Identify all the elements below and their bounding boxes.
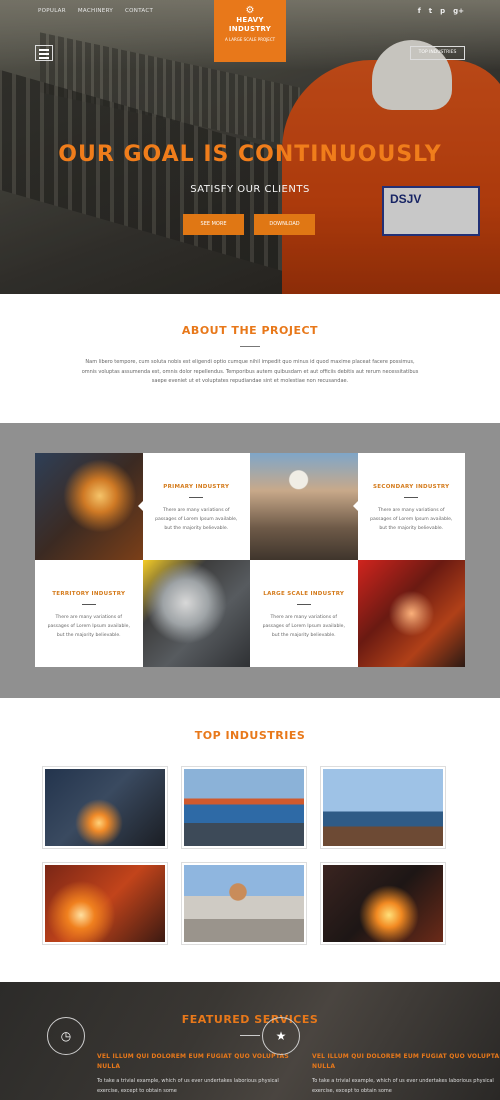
industry-title: LARGE SCALE INDUSTRY <box>263 591 345 597</box>
metal-grinder-photo <box>323 865 443 942</box>
industry-card-large-scale[interactable]: LARGE SCALE INDUSTRY There are many vari… <box>250 560 362 667</box>
industry-text: There are many variations of passages of… <box>155 508 238 531</box>
twitter-icon[interactable]: t <box>429 7 432 15</box>
industries-section: PRIMARY INDUSTRY There are many variatio… <box>0 423 500 698</box>
industry-text: There are many variations of passages of… <box>262 615 345 638</box>
gallery-thumb[interactable] <box>320 766 446 849</box>
menu-icon[interactable] <box>35 45 53 61</box>
concrete-saw-photo <box>184 865 304 942</box>
industry-text: There are many variations of passages of… <box>47 615 130 638</box>
nav-popular[interactable]: POPULAR <box>38 8 66 14</box>
gallery-thumb[interactable] <box>42 766 168 849</box>
gallery-thumb[interactable] <box>181 766 307 849</box>
top-industries-button[interactable]: TOP INDUSTRIES <box>410 46 465 60</box>
download-button[interactable]: DOWNLOAD <box>254 214 315 235</box>
chain-worker-photo <box>250 453 358 560</box>
see-more-button[interactable]: SEE MORE <box>183 214 244 235</box>
feature-text: To take a trivial example, which of us e… <box>97 1078 279 1094</box>
industry-title: TERRITORY INDUSTRY <box>52 591 126 597</box>
site-logo[interactable]: ⚙ HEAVY INDUSTRY A LARGE SCALE PROJECT <box>214 0 286 62</box>
gallery-thumb[interactable] <box>181 862 307 945</box>
gear-icon: ⚙ <box>245 5 255 16</box>
top-nav: POPULAR MACHINERY CONTACT <box>38 8 153 14</box>
nav-contact[interactable]: CONTACT <box>125 8 153 14</box>
gallery-thumb[interactable] <box>42 862 168 945</box>
industry-card-secondary[interactable]: SECONDARY INDUSTRY There are many variat… <box>352 453 465 560</box>
feature-item: VEL ILLUM QUI DOLOREM EUM FUGIAT QUO VOL… <box>312 1027 500 1096</box>
welding-photo <box>35 453 143 560</box>
about-title: ABOUT THE PROJECT <box>181 324 319 337</box>
nav-machinery[interactable]: MACHINERY <box>78 8 113 14</box>
top-industries-section: TOP INDUSTRIES <box>0 698 500 982</box>
pinterest-icon[interactable]: p <box>440 7 445 15</box>
industries-grid: PRIMARY INDUSTRY There are many variatio… <box>35 453 465 667</box>
hero-title: OUR GOAL IS CONTINUOUSLY <box>58 142 442 167</box>
feature-text: To take a trivial example, which of us e… <box>312 1078 494 1094</box>
cutting-sparks-photo <box>45 865 165 942</box>
grinding-photo <box>45 769 165 846</box>
hero-banner: DSJV POPULAR MACHINERY CONTACT f t p g+ … <box>0 0 500 294</box>
industry-title: SECONDARY INDUSTRY <box>373 484 450 490</box>
star-icon: ★ <box>262 1017 300 1055</box>
divider <box>240 346 260 347</box>
pipe-worker-photo <box>142 560 250 667</box>
about-section: ABOUT THE PROJECT Nam libero tempore, cu… <box>0 294 500 423</box>
industry-text: There are many variations of passages of… <box>370 508 453 531</box>
shipyard-photo <box>323 769 443 846</box>
machinery-photo <box>357 560 465 667</box>
industry-card-primary[interactable]: PRIMARY INDUSTRY There are many variatio… <box>137 453 250 560</box>
industry-title: PRIMARY INDUSTRY <box>163 484 230 490</box>
featured-section: FEATURED SERVICES ◷ VEL ILLUM QUI DOLORE… <box>0 982 500 1100</box>
google-plus-icon[interactable]: g+ <box>453 7 464 15</box>
port-cranes-photo <box>184 769 304 846</box>
clock-icon: ◷ <box>47 1017 85 1055</box>
hero-subtitle: SATISFY OUR CLIENTS <box>190 184 310 195</box>
social-links: f t p g+ <box>418 7 464 15</box>
logo-tagline: A LARGE SCALE PROJECT <box>224 37 276 42</box>
feature-title[interactable]: VEL ILLUM QUI DOLOREM EUM FUGIAT QUO VOL… <box>312 1027 500 1072</box>
industry-card-territory[interactable]: TERRITORY INDUSTRY There are many variat… <box>35 560 147 667</box>
gallery-thumb[interactable] <box>320 862 446 945</box>
logo-name-line-1: HEAVY <box>236 16 264 24</box>
about-text: Nam libero tempore, cum soluta nobis est… <box>81 359 419 384</box>
top-industries-title: TOP INDUSTRIES <box>194 729 306 742</box>
facebook-icon[interactable]: f <box>418 7 421 15</box>
logo-name-line-2: INDUSTRY <box>228 25 272 33</box>
